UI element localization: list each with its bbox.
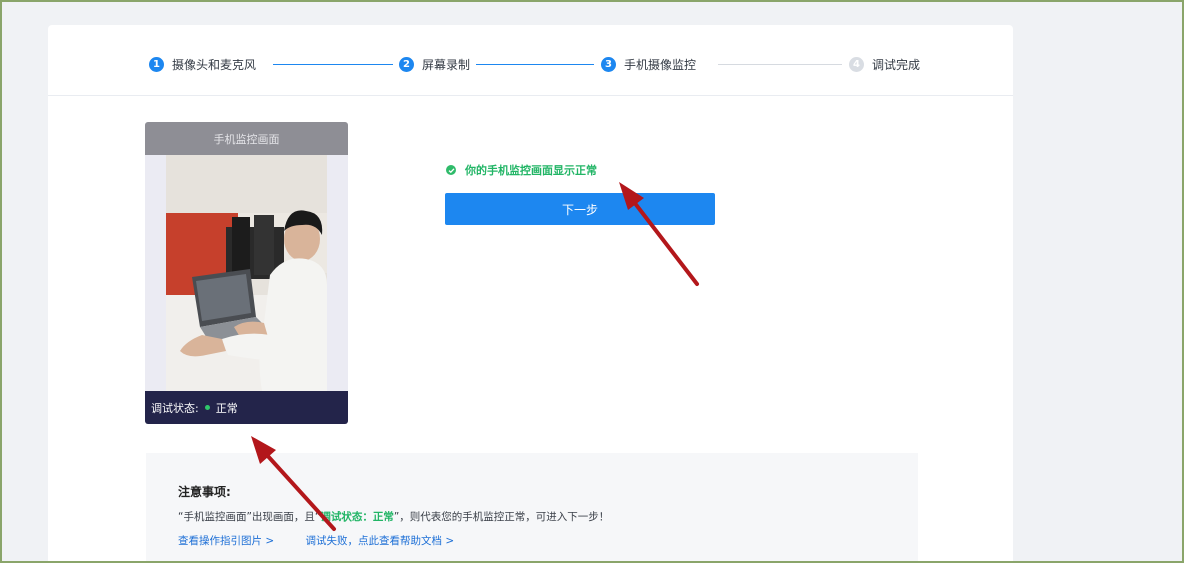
step-camera-mic[interactable]: 1 摄像头和麦克风	[149, 55, 256, 73]
step-screen-recording[interactable]: 2 屏幕录制	[399, 55, 470, 73]
monitor-camera-image	[166, 155, 327, 391]
step-number-badge: 1	[149, 56, 164, 72]
step-connector	[476, 64, 594, 65]
step-number-badge: 4	[849, 56, 864, 72]
step-label: 屏幕录制	[422, 57, 471, 72]
preview-title: 手机监控画面	[145, 122, 348, 155]
step-label: 摄像头和麦克风	[172, 57, 257, 72]
step-complete[interactable]: 4 调试完成	[849, 55, 920, 73]
step-label: 调试完成	[872, 57, 921, 72]
success-message: 你的手机监控画面显示正常	[465, 164, 597, 177]
notes-text-part: “手机监控画面”出现画面，且“	[178, 511, 321, 523]
notes-text-part: ”，则代表您的手机监控正常，可进入下一步！	[393, 511, 610, 523]
next-step-button[interactable]: 下一步	[445, 193, 715, 225]
step-number-badge: 3	[601, 56, 616, 72]
step-progress-bar: 1 摄像头和麦克风 2 屏幕录制 3 手机摄像监控 4 调试完成	[48, 25, 1013, 96]
step-connector	[718, 64, 842, 65]
view-guide-images-link[interactable]: 查看操作指引图片 >	[178, 535, 274, 547]
camera-feed-illustration	[166, 155, 327, 391]
notes-description: “手机监控画面”出现画面，且“调试状态：正常”，则代表您的手机监控正常，可进入下…	[178, 509, 609, 524]
success-message-row: 你的手机监控画面显示正常	[446, 162, 597, 178]
phone-monitor-preview: 手机监控画面 调试状态: 正常	[145, 122, 348, 424]
step-number-badge: 2	[399, 56, 414, 72]
status-ok-dot-icon	[204, 405, 210, 410]
notes-links: 查看操作指引图片 > 调试失败，点此查看帮助文档 >	[178, 533, 482, 548]
notes-highlight-status: 调试状态：正常	[320, 511, 394, 523]
status-value: 正常	[215, 401, 238, 415]
debug-card: 1 摄像头和麦克风 2 屏幕录制 3 手机摄像监控 4 调试完成 手机监控画面	[48, 25, 1013, 561]
help-document-link[interactable]: 调试失败，点此查看帮助文档 >	[305, 535, 454, 547]
screenshot-frame: 1 摄像头和麦克风 2 屏幕录制 3 手机摄像监控 4 调试完成 手机监控画面	[0, 0, 1184, 563]
step-connector	[273, 64, 393, 65]
debug-status-bar: 调试状态: 正常	[145, 391, 348, 424]
notes-panel: 注意事项: “手机监控画面”出现画面，且“调试状态：正常”，则代表您的手机监控正…	[146, 453, 918, 561]
check-circle-icon	[446, 165, 456, 175]
status-label: 调试状态:	[151, 401, 199, 415]
step-phone-monitor[interactable]: 3 手机摄像监控	[601, 55, 696, 73]
step-label: 手机摄像监控	[624, 57, 697, 72]
notes-title: 注意事项:	[178, 485, 231, 499]
